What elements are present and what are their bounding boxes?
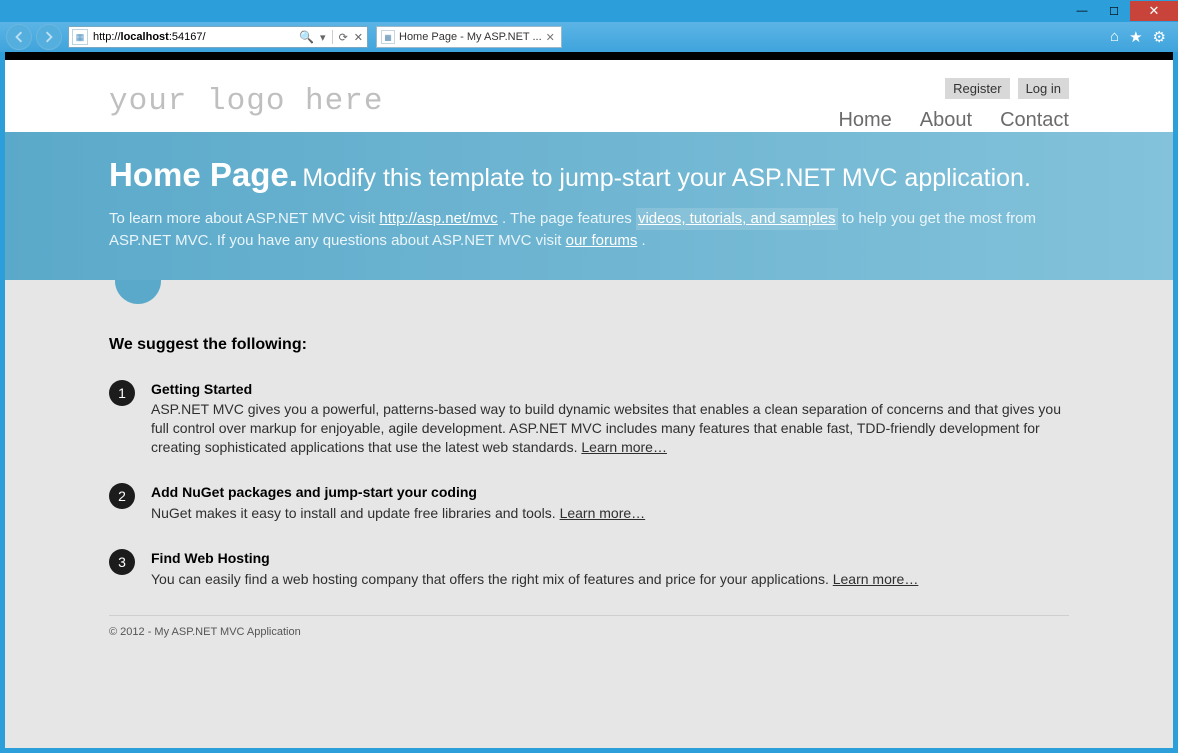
nav-home[interactable]: Home (838, 109, 891, 132)
hero-body: To learn more about ASP.NET MVC visit ht… (109, 208, 1069, 252)
page-favicon-icon: ▦ (72, 29, 88, 45)
step-title: Find Web Hosting (151, 549, 1069, 568)
step-number-badge: 1 (109, 380, 135, 406)
tab-close-button[interactable]: ✕ (546, 31, 555, 44)
hero-text: . The page features (502, 210, 636, 227)
divider (332, 30, 333, 44)
register-link[interactable]: Register (945, 78, 1009, 99)
search-icon[interactable]: 🔍 (299, 30, 314, 44)
learn-more-link[interactable]: Learn more… (833, 571, 919, 587)
browser-tab[interactable]: ▦ Home Page - My ASP.NET ... ✕ (376, 26, 562, 48)
nav-contact[interactable]: Contact (1000, 109, 1069, 132)
top-black-bar (5, 52, 1173, 60)
step-number-badge: 2 (109, 483, 135, 509)
learn-more-link[interactable]: Learn more… (560, 505, 646, 521)
arrow-left-icon (13, 31, 25, 43)
back-button[interactable] (6, 24, 32, 50)
favorites-icon[interactable]: ★ (1129, 28, 1142, 46)
hero-link-aspnetmvc[interactable]: http://asp.net/mvc (379, 210, 497, 227)
hero-text: . (642, 232, 646, 249)
viewport: your logo here Register Log in Home Abou… (5, 52, 1173, 748)
login-link[interactable]: Log in (1018, 78, 1069, 99)
url-scheme: http:// (93, 31, 121, 43)
step-text: You can easily find a web hosting compan… (151, 571, 833, 587)
tab-favicon-icon: ▦ (381, 30, 395, 44)
window-minimize-button[interactable]: — (1066, 1, 1098, 21)
step-text: NuGet makes it easy to install and updat… (151, 505, 560, 521)
hero-title: Home Page. (109, 156, 298, 193)
hero-banner: Home Page. Modify this template to jump-… (5, 132, 1173, 280)
step-3: 3 Find Web Hosting You can easily find a… (109, 549, 1069, 589)
hero-subtitle: Modify this template to jump-start your … (302, 164, 1031, 192)
step-1: 1 Getting Started ASP.NET MVC gives you … (109, 380, 1069, 458)
search-dropdown[interactable]: ▾ (320, 31, 326, 44)
nav-about[interactable]: About (920, 109, 972, 132)
hero-link-forums[interactable]: our forums (566, 232, 638, 249)
suggest-heading: We suggest the following: (109, 336, 1069, 354)
learn-more-link[interactable]: Learn more… (581, 439, 667, 455)
tab-title: Home Page - My ASP.NET ... (399, 31, 542, 43)
url-host: localhost (121, 31, 169, 43)
url-port: :54167/ (169, 31, 206, 43)
hero-text: To learn more about ASP.NET MVC visit (109, 210, 379, 227)
hero-link-samples[interactable]: videos, tutorials, and samples (636, 208, 838, 230)
window-maximize-button[interactable]: ☐ (1098, 1, 1130, 21)
address-bar[interactable]: ▦ http://localhost:54167/ 🔍 ▾ ⟳ ✕ (68, 26, 368, 48)
forward-button[interactable] (36, 24, 62, 50)
arrow-right-icon (43, 31, 55, 43)
home-icon[interactable]: ⌂ (1110, 28, 1119, 46)
step-2: 2 Add NuGet packages and jump-start your… (109, 483, 1069, 523)
step-number-badge: 3 (109, 549, 135, 575)
step-title: Add NuGet packages and jump-start your c… (151, 483, 1069, 502)
stop-button[interactable]: ✕ (354, 31, 363, 44)
step-title: Getting Started (151, 380, 1069, 399)
address-text: http://localhost:54167/ (91, 31, 295, 43)
refresh-button[interactable]: ⟳ (339, 31, 348, 44)
footer-text: © 2012 - My ASP.NET MVC Application (109, 616, 1069, 698)
window-close-button[interactable]: ✕ (1130, 1, 1178, 21)
site-logo[interactable]: your logo here (109, 78, 383, 119)
browser-toolbar: ▦ http://localhost:54167/ 🔍 ▾ ⟳ ✕ ▦ Home… (0, 22, 1178, 52)
close-icon: ✕ (1149, 3, 1160, 19)
settings-gear-icon[interactable]: ⚙ (1153, 28, 1166, 46)
